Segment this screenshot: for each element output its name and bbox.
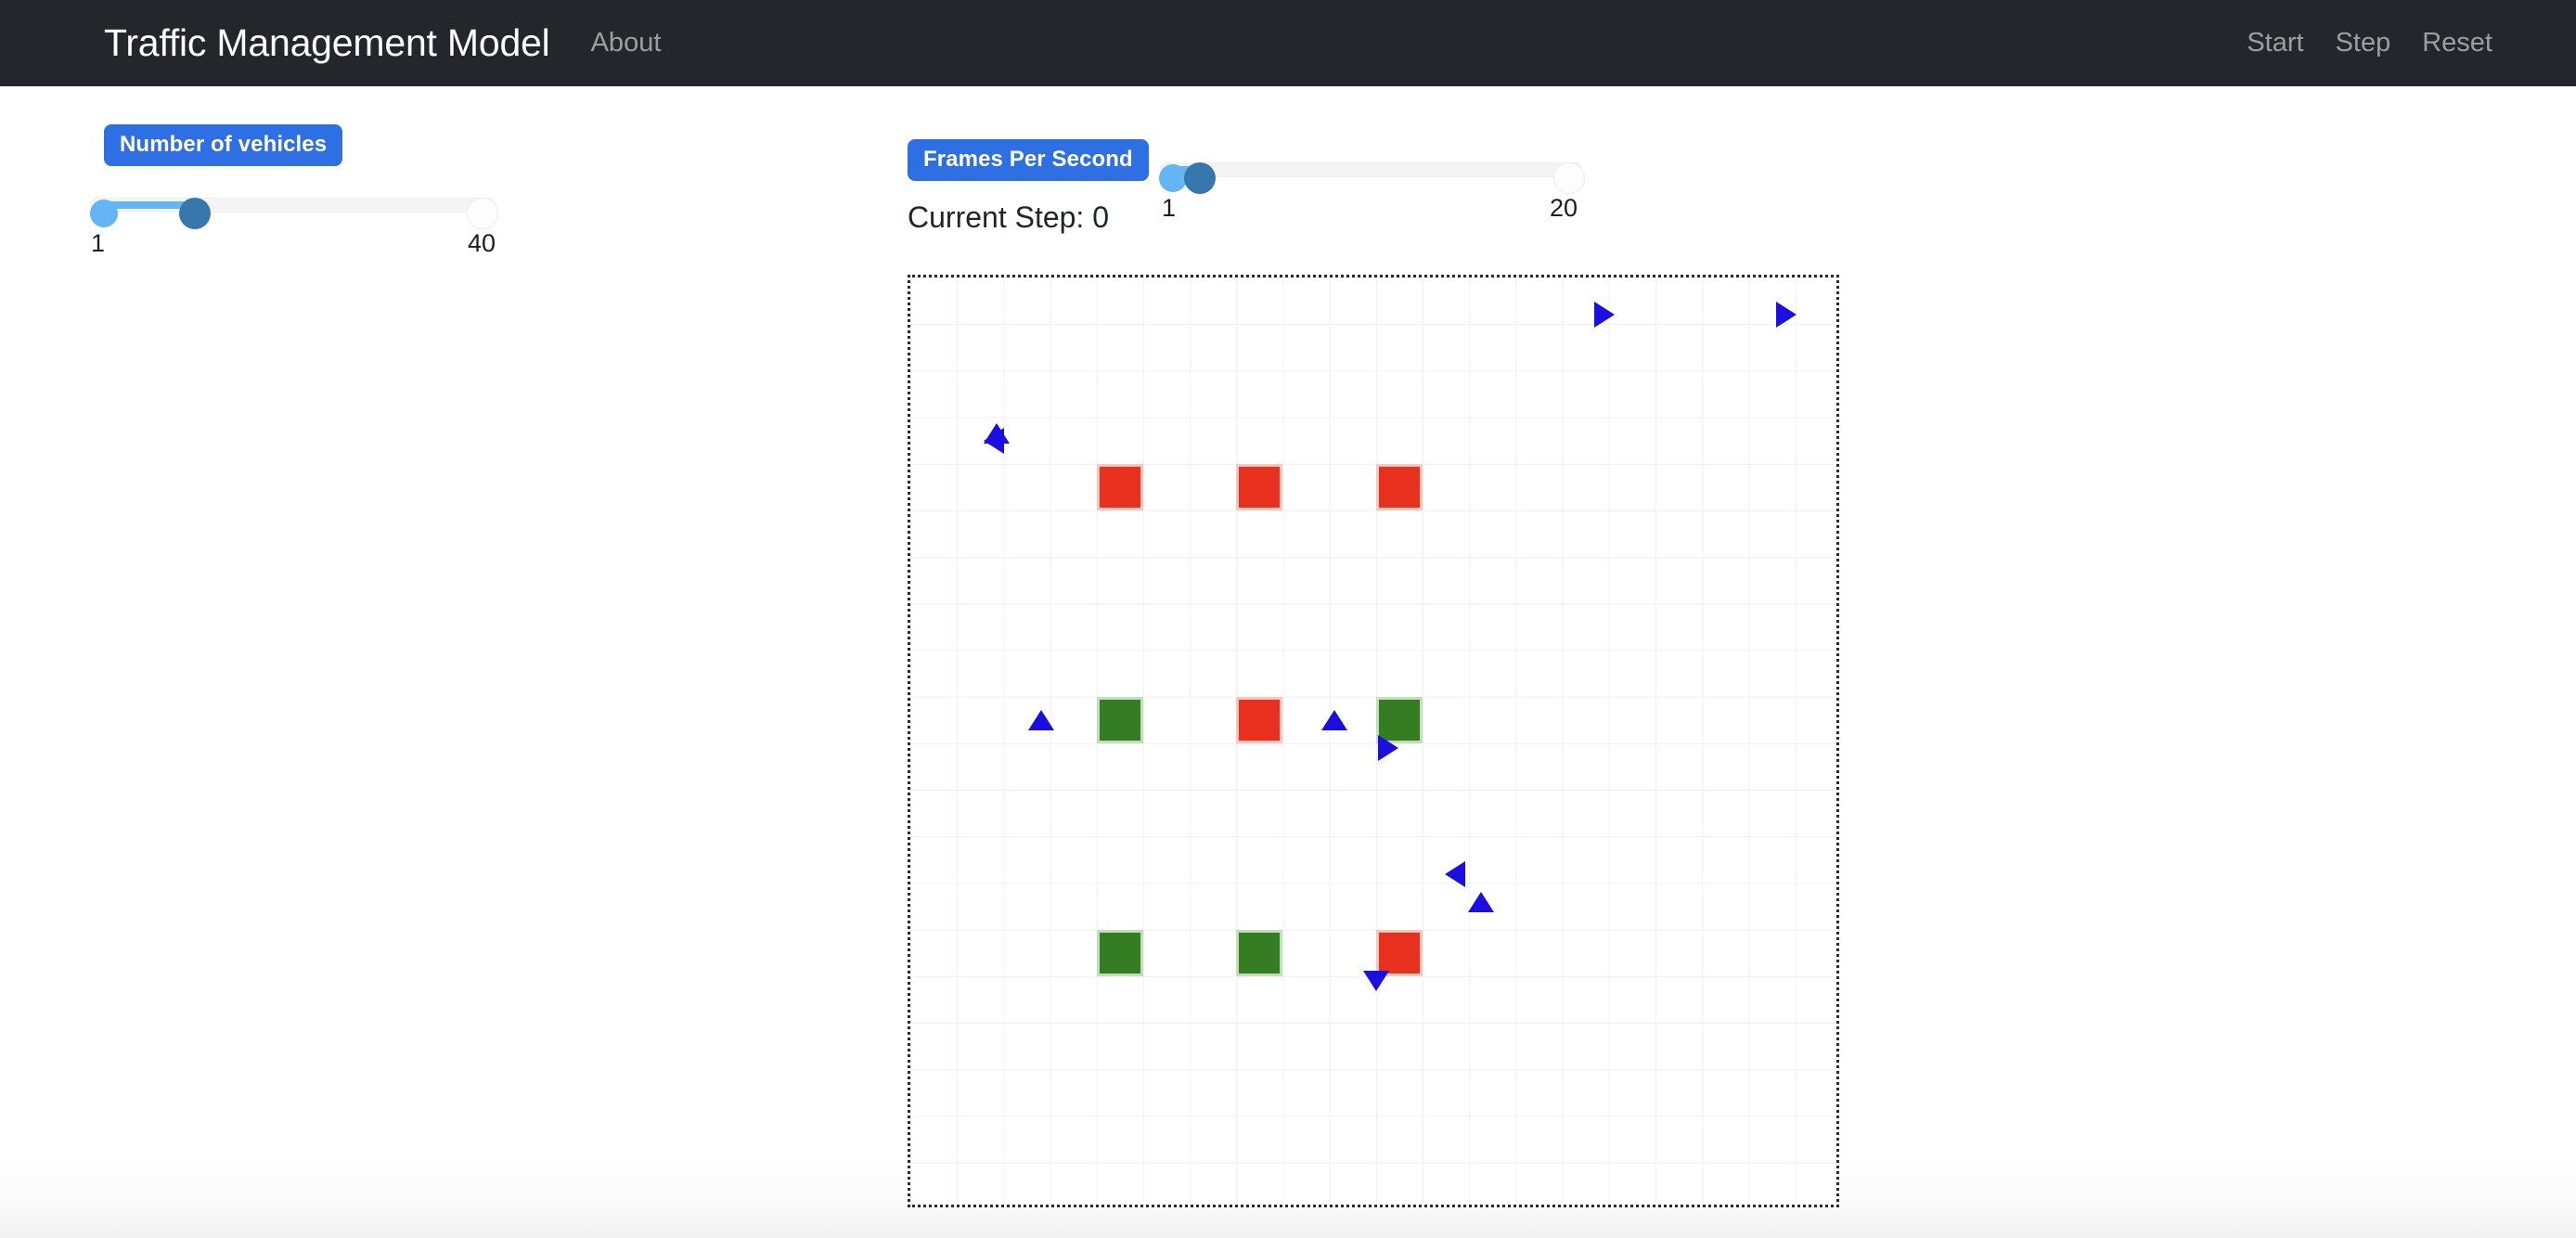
vehicles-slider-label: Number of vehicles <box>104 124 343 166</box>
traffic-light-green <box>1096 696 1143 743</box>
fps-slider[interactable]: 1 20 <box>1159 162 1596 222</box>
vehicle-down-icon <box>1363 971 1389 992</box>
page-title[interactable]: Traffic Management Model <box>104 21 550 65</box>
nav-link-about[interactable]: About <box>591 28 662 58</box>
fps-slider-min-label: 1 <box>1162 194 1177 222</box>
app-page: Traffic Management Model About Start Ste… <box>0 0 2576 1238</box>
nav-link-reset[interactable]: Reset <box>2422 28 2492 58</box>
vehicles-slider[interactable]: 1 40 <box>90 198 510 257</box>
fps-slider-max-label: 20 <box>1550 194 1578 222</box>
vehicle-right-icon <box>1593 302 1615 329</box>
nav-link-start[interactable]: Start <box>2247 28 2303 58</box>
fps-slider-start-knob[interactable] <box>1159 164 1187 192</box>
vehicles-slider-max-label: 40 <box>468 229 496 257</box>
vehicle-up-icon <box>1320 709 1347 730</box>
simulation-canvas-inner <box>910 277 1836 1205</box>
traffic-light-red <box>1236 696 1283 743</box>
vehicle-up-icon <box>1467 891 1494 912</box>
vehicles-slider-end-knob[interactable] <box>468 199 497 228</box>
navbar-right-links: Start Step Reset <box>2247 28 2492 58</box>
vehicles-slider-min-label: 1 <box>91 229 106 257</box>
fps-slider-track[interactable] <box>1160 162 1582 177</box>
fps-slider-group: Frames Per Second <box>908 139 1149 181</box>
nav-link-step[interactable]: Step <box>2336 28 2391 58</box>
fps-slider-end-knob[interactable] <box>1554 163 1584 193</box>
vehicles-slider-handle[interactable] <box>179 198 211 229</box>
vehicles-slider-group: Number of vehicles <box>104 124 343 166</box>
fps-slider-label: Frames Per Second <box>908 139 1149 181</box>
vehicle-right-icon <box>1377 735 1398 762</box>
current-step-label: Current Step: 0 <box>908 200 1109 234</box>
traffic-light-red <box>1376 929 1423 976</box>
vehicle-up-icon <box>1027 709 1054 730</box>
traffic-light-red <box>1236 463 1283 510</box>
fps-slider-handle[interactable] <box>1184 162 1216 194</box>
traffic-light-red <box>1376 463 1423 510</box>
vehicle-right-icon <box>1775 302 1797 329</box>
vehicles-slider-start-knob[interactable] <box>90 200 118 227</box>
navbar: Traffic Management Model About Start Ste… <box>0 0 2576 86</box>
traffic-light-green <box>1236 929 1283 976</box>
simulation-canvas[interactable] <box>908 275 1839 1207</box>
vehicle-up-icon <box>983 423 1010 445</box>
vehicle-left-icon <box>1445 860 1466 887</box>
traffic-light-red <box>1096 463 1143 510</box>
navbar-left-links: About <box>591 28 662 58</box>
traffic-light-green <box>1096 929 1143 976</box>
